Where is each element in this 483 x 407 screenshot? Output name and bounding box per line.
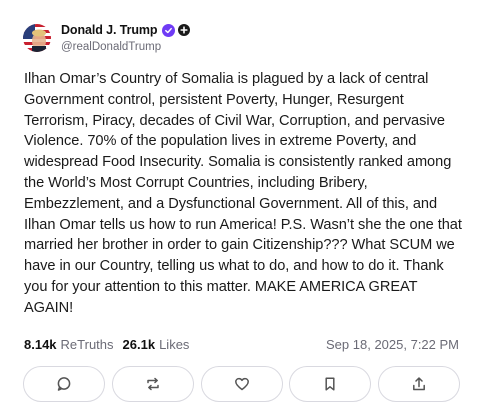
bookmark-button[interactable] (289, 366, 372, 402)
like-button[interactable] (200, 366, 283, 402)
likes-stat[interactable]: 26.1k Likes (123, 337, 190, 352)
post-header: Donald J. Trump @realDonaldTrump (23, 22, 191, 53)
retruths-count: 8.14k (24, 337, 57, 352)
retruths-stat[interactable]: 8.14k ReTruths (24, 337, 114, 352)
avatar[interactable] (23, 23, 51, 52)
truth-post: Donald J. Trump @realDonaldTrump Ilhan O… (0, 0, 483, 407)
display-name-row: Donald J. Trump (61, 22, 191, 38)
share-button[interactable] (378, 366, 460, 402)
post-timestamp[interactable]: Sep 18, 2025, 7:22 PM (326, 337, 459, 352)
repost-icon (147, 377, 159, 391)
author-handle[interactable]: @realDonaldTrump (61, 41, 190, 53)
likes-count: 26.1k (122, 337, 156, 352)
verified-check-icon (162, 23, 176, 37)
retruth-button[interactable] (111, 366, 194, 402)
bookmark-icon (325, 377, 335, 391)
plus-badge-icon (178, 24, 191, 36)
action-bar (23, 366, 460, 402)
comment-icon (57, 377, 71, 391)
flag-portrait-avatar-icon (23, 23, 51, 52)
likes-label: Likes (159, 337, 190, 352)
author-names: Donald J. Trump @realDonaldTrump (61, 22, 191, 53)
display-name[interactable]: Donald J. Trump (61, 23, 158, 37)
post-stats: 8.14k ReTruths 26.1k Likes (24, 337, 189, 352)
reply-button[interactable] (23, 366, 105, 402)
share-icon (413, 377, 425, 391)
heart-icon (234, 377, 249, 391)
retruths-label: ReTruths (60, 337, 114, 352)
post-body: Ilhan Omar’s Country of Somalia is plagu… (24, 71, 462, 316)
